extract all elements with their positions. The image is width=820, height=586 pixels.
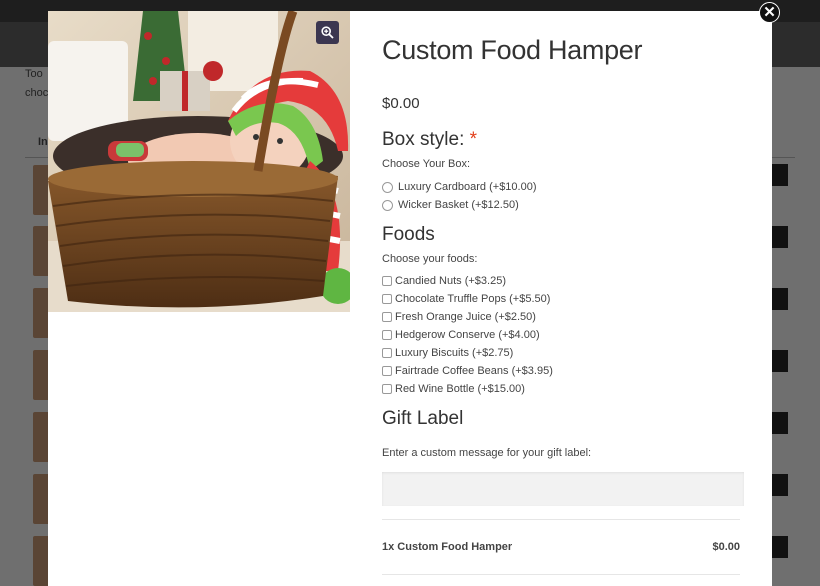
totals-divider-bottom: [382, 574, 740, 575]
checkbox[interactable]: [382, 384, 392, 394]
totals-divider: [382, 519, 740, 520]
background-button: [772, 536, 788, 558]
zoom-button[interactable]: [316, 21, 339, 44]
box-style-sublabel: Choose Your Box:: [382, 158, 471, 170]
background-button: [772, 350, 788, 372]
option-label: Fairtrade Coffee Beans (+$3.95): [395, 365, 553, 377]
food-option-fresh-orange-juice[interactable]: Fresh Orange Juice (+$2.50): [382, 311, 536, 323]
checkbox[interactable]: [382, 294, 392, 304]
option-label: Red Wine Bottle (+$15.00): [395, 383, 525, 395]
close-button[interactable]: ✕: [759, 2, 780, 23]
food-option-luxury-biscuits[interactable]: Luxury Biscuits (+$2.75): [382, 347, 513, 359]
close-icon: ✕: [763, 4, 776, 21]
gift-label-sublabel: Enter a custom message for your gift lab…: [382, 447, 592, 459]
checkbox[interactable]: [382, 276, 392, 286]
magnify-plus-icon: [321, 26, 334, 39]
checkbox[interactable]: [382, 330, 392, 340]
checkbox[interactable]: [382, 366, 392, 376]
background-text: Too: [25, 68, 43, 80]
product-price: $0.00: [382, 95, 420, 112]
product-title: Custom Food Hamper: [382, 35, 643, 65]
option-label: Fresh Orange Juice (+$2.50): [395, 311, 536, 323]
background-button: [772, 288, 788, 310]
option-label: Hedgerow Conserve (+$4.00): [395, 329, 540, 341]
box-style-heading: Box style: *: [382, 129, 477, 151]
food-option-hedgerow-conserve[interactable]: Hedgerow Conserve (+$4.00): [382, 329, 540, 341]
product-image: [48, 11, 350, 312]
radio-button[interactable]: [382, 199, 393, 211]
box-option-wicker-basket[interactable]: Wicker Basket (+$12.50): [382, 199, 519, 211]
food-option-red-wine-bottle[interactable]: Red Wine Bottle (+$15.00): [382, 383, 525, 395]
gift-label-input[interactable]: [382, 472, 744, 506]
quick-view-modal: Custom Food Hamper $0.00 Box style: * Ch…: [48, 11, 772, 586]
totals-item: 1x Custom Food Hamper: [382, 541, 513, 553]
required-mark: *: [469, 129, 478, 150]
option-label: Chocolate Truffle Pops (+$5.50): [395, 293, 551, 305]
checkbox[interactable]: [382, 312, 392, 322]
background-text: choc: [25, 87, 49, 99]
option-label: Wicker Basket (+$12.50): [398, 199, 519, 211]
foods-heading: Foods: [382, 224, 435, 245]
totals-row: 1x Custom Food Hamper $0.00: [382, 541, 740, 553]
background-button: [772, 412, 788, 434]
box-option-luxury-cardboard[interactable]: Luxury Cardboard (+$10.00): [382, 181, 537, 193]
background-column-label: In: [38, 136, 48, 148]
foods-sublabel: Choose your foods:: [382, 253, 478, 265]
background-button: [772, 164, 788, 186]
option-label: Luxury Biscuits (+$2.75): [395, 347, 514, 359]
box-style-heading-label: Box style:: [382, 129, 465, 150]
product-photo: [48, 11, 350, 312]
option-label: Candied Nuts (+$3.25): [395, 275, 506, 287]
food-option-candied-nuts[interactable]: Candied Nuts (+$3.25): [382, 275, 506, 287]
radio-button[interactable]: [382, 181, 393, 193]
food-option-chocolate-truffle-pops[interactable]: Chocolate Truffle Pops (+$5.50): [382, 293, 550, 305]
gift-label-heading: Gift Label: [382, 408, 464, 429]
option-label: Luxury Cardboard (+$10.00): [398, 181, 537, 193]
totals-amount: $0.00: [712, 541, 740, 553]
background-button: [772, 226, 788, 248]
background-button: [772, 474, 788, 496]
food-option-fairtrade-coffee-beans[interactable]: Fairtrade Coffee Beans (+$3.95): [382, 365, 553, 377]
checkbox[interactable]: [382, 348, 392, 358]
